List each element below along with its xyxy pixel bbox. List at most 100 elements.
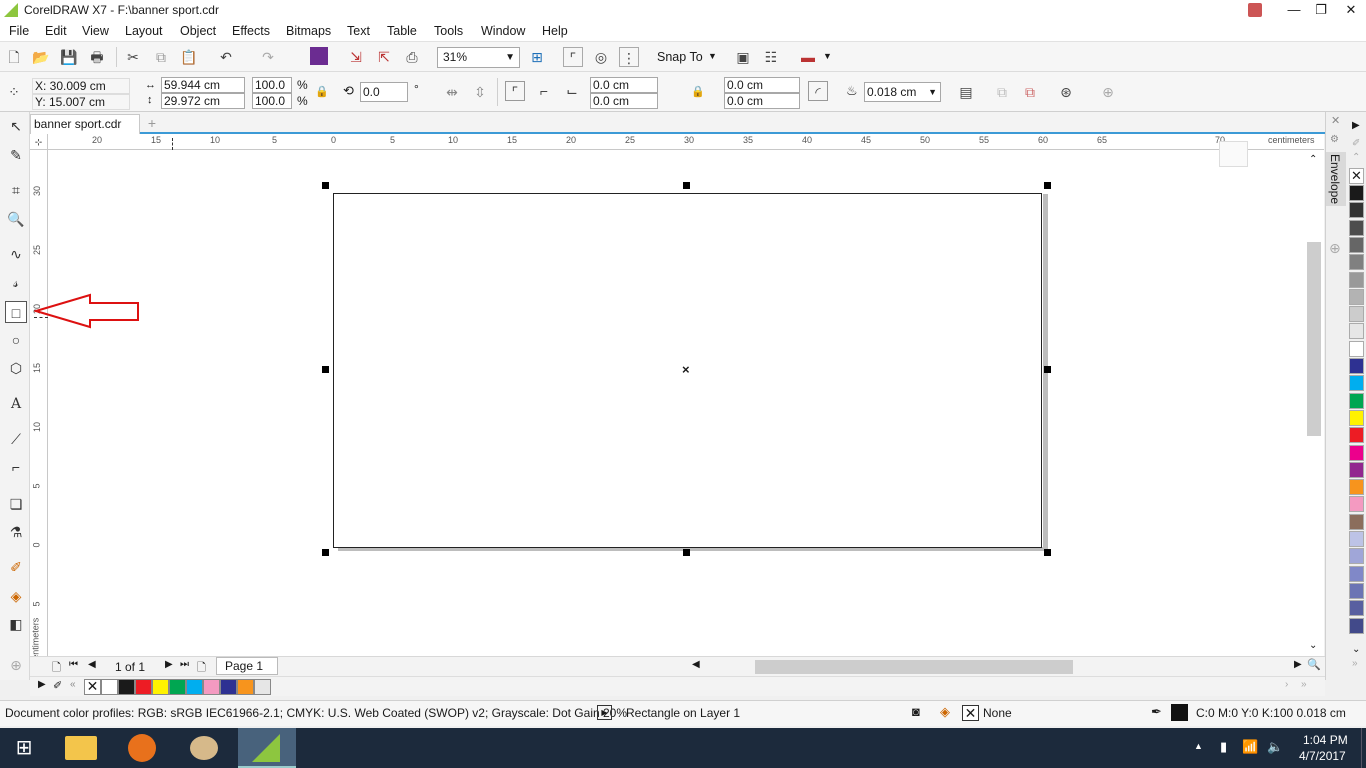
palette-color-swatch[interactable]	[1349, 565, 1364, 582]
new-document-icon[interactable]: 🗋	[4, 47, 24, 67]
volume-icon[interactable]: 🔈	[1267, 739, 1283, 755]
file-explorer-icon[interactable]	[57, 728, 105, 768]
envelope-docker-flyout[interactable]	[1219, 141, 1248, 167]
artistic-media-tool-icon[interactable]: 𝓈	[5, 271, 27, 293]
zoom-tool-icon[interactable]: 🔍	[5, 208, 27, 230]
undo-icon[interactable]: ↶	[216, 47, 236, 67]
selection-handle-s[interactable]	[683, 549, 690, 556]
scroll-right-icon[interactable]: ▶	[1294, 659, 1302, 670]
import-icon[interactable]: ⇲	[346, 47, 366, 67]
rotation-field[interactable]: 0.0	[360, 82, 408, 102]
snap-to-button[interactable]: Snap To	[657, 50, 703, 64]
no-color-swatch[interactable]: ✕	[84, 679, 101, 695]
palette-color-swatch[interactable]	[1349, 600, 1364, 617]
open-icon[interactable]: 📂	[31, 47, 51, 67]
selection-handle-sw[interactable]	[322, 549, 329, 556]
scroll-down-icon[interactable]: ⌄	[1309, 640, 1317, 651]
x-position-field[interactable]: X: 30.009 cm	[32, 78, 130, 94]
vertical-ruler[interactable]: 30 25 20 15 10 5 0 5 centimeters	[30, 150, 48, 664]
vertical-scroll-thumb[interactable]	[1307, 242, 1321, 436]
palette-color-swatch[interactable]	[1349, 392, 1364, 409]
palette-color-swatch[interactable]	[1349, 271, 1364, 288]
palette-scroll-left-icon[interactable]: «	[70, 679, 76, 690]
scroll-up-icon[interactable]: ⌃	[1309, 154, 1317, 165]
show-desktop-button[interactable]	[1361, 728, 1366, 768]
document-color-swatch[interactable]	[169, 679, 186, 695]
document-color-swatch[interactable]	[237, 679, 254, 695]
no-fill-swatch[interactable]: ✕	[1349, 168, 1364, 184]
palette-color-swatch[interactable]	[1349, 409, 1364, 426]
document-color-swatch[interactable]	[152, 679, 169, 695]
palette-eyedropper-icon[interactable]: ✐	[1352, 138, 1360, 149]
mirror-vertical-icon[interactable]: ⇳	[470, 82, 490, 102]
export-icon[interactable]: ⇱	[374, 47, 394, 67]
palette-color-swatch[interactable]	[1349, 323, 1364, 340]
outline-color-swatch[interactable]	[1171, 704, 1188, 721]
scale-x-field[interactable]: 100.0	[252, 77, 292, 93]
paint-icon[interactable]	[180, 728, 228, 768]
smart-fill-tool-icon[interactable]: ◧	[5, 613, 27, 635]
width-field[interactable]: 59.944 cm	[161, 77, 245, 93]
firefox-icon[interactable]	[118, 728, 166, 768]
menu-window[interactable]: Window	[481, 24, 525, 38]
selection-handle-se[interactable]	[1044, 549, 1051, 556]
document-color-swatch[interactable]	[186, 679, 203, 695]
scale-y-field[interactable]: 100.0	[252, 93, 292, 109]
status-flyout-icon[interactable]: ▶	[597, 705, 612, 720]
crop-tool-icon[interactable]: ⌗	[5, 179, 27, 201]
docker-close-icon[interactable]: ✕	[1331, 114, 1340, 127]
height-field[interactable]: 29.972 cm	[161, 93, 245, 109]
y-position-field[interactable]: Y: 15.007 cm	[32, 94, 130, 110]
chamfered-corner-icon[interactable]: ⌙	[562, 81, 582, 101]
print-icon[interactable]: 🖶	[87, 47, 107, 67]
palette-color-swatch[interactable]	[1349, 306, 1364, 323]
vertical-scrollbar[interactable]: ⌃ ⌄	[1306, 150, 1324, 656]
ellipse-tool-icon[interactable]: ○	[5, 329, 27, 351]
palette-color-swatch[interactable]	[1349, 479, 1364, 496]
interactive-fill-tool-icon[interactable]: ◈	[5, 585, 27, 607]
show-rulers-icon[interactable]: ⌜	[563, 47, 583, 67]
outline-width-select[interactable]: 0.018 cm ▼	[864, 82, 941, 102]
palette-color-swatch[interactable]	[1349, 444, 1364, 461]
menu-file[interactable]: File	[9, 24, 29, 38]
color-profiles-info[interactable]: Document color profiles: RGB: sRGB IEC61…	[5, 706, 627, 720]
selection-handle-ne[interactable]	[1044, 182, 1051, 189]
selection-handle-w[interactable]	[322, 366, 329, 373]
palette-expand-icon[interactable]: »	[1352, 658, 1358, 669]
network-icon[interactable]: 📶	[1242, 739, 1258, 755]
minimize-button[interactable]: —	[1279, 0, 1309, 21]
wrap-text-icon[interactable]: ▤	[956, 82, 976, 102]
zoom-level-select[interactable]: 31% ▼	[437, 47, 520, 68]
options-icon[interactable]: ▣	[733, 47, 753, 67]
palette-color-swatch[interactable]	[1349, 496, 1364, 513]
palette-color-swatch[interactable]	[1349, 375, 1364, 392]
palette-color-swatch[interactable]	[1349, 548, 1364, 565]
new-tab-icon[interactable]: +	[143, 114, 161, 132]
object-origin-icon[interactable]: ⁘	[4, 82, 24, 102]
scalloped-corner-icon[interactable]: ⌐	[534, 81, 554, 101]
palette-color-swatch[interactable]	[1349, 219, 1364, 236]
menu-layout[interactable]: Layout	[125, 24, 163, 38]
page-tab-1[interactable]: Page 1	[216, 657, 278, 675]
menu-tools[interactable]: Tools	[434, 24, 463, 38]
scroll-left-icon[interactable]: ◀	[692, 659, 700, 670]
snap-to-chevron-icon[interactable]: ▼	[708, 51, 717, 61]
clock-date[interactable]: 4/7/2017	[1299, 749, 1346, 763]
battery-icon[interactable]: ▮	[1220, 739, 1227, 755]
first-page-icon[interactable]: ⏮	[69, 659, 78, 670]
zoom-navigator-icon[interactable]: 🔍	[1307, 658, 1321, 671]
palette-scroll-up-icon[interactable]: ⌃	[1352, 152, 1360, 163]
drawing-canvas[interactable]: ×	[48, 141, 1308, 656]
center-marker-icon[interactable]: ×	[682, 362, 690, 377]
next-page-icon[interactable]: ▶	[165, 659, 173, 670]
palette-color-swatch[interactable]	[1349, 531, 1364, 547]
palette-color-swatch[interactable]	[1349, 340, 1364, 357]
corner-radius-bl-field[interactable]: 0.0 cm	[590, 93, 658, 109]
selection-handle-nw[interactable]	[322, 182, 329, 189]
document-color-swatch[interactable]	[203, 679, 220, 695]
application-launcher-icon[interactable]: ☷	[761, 47, 781, 67]
ruler-origin-icon[interactable]: ⊹	[30, 134, 48, 150]
palette-color-swatch[interactable]	[1349, 513, 1364, 530]
palette-flyout-icon[interactable]: ▶	[38, 679, 46, 690]
horizontal-scroll-thumb[interactable]	[755, 660, 1073, 674]
